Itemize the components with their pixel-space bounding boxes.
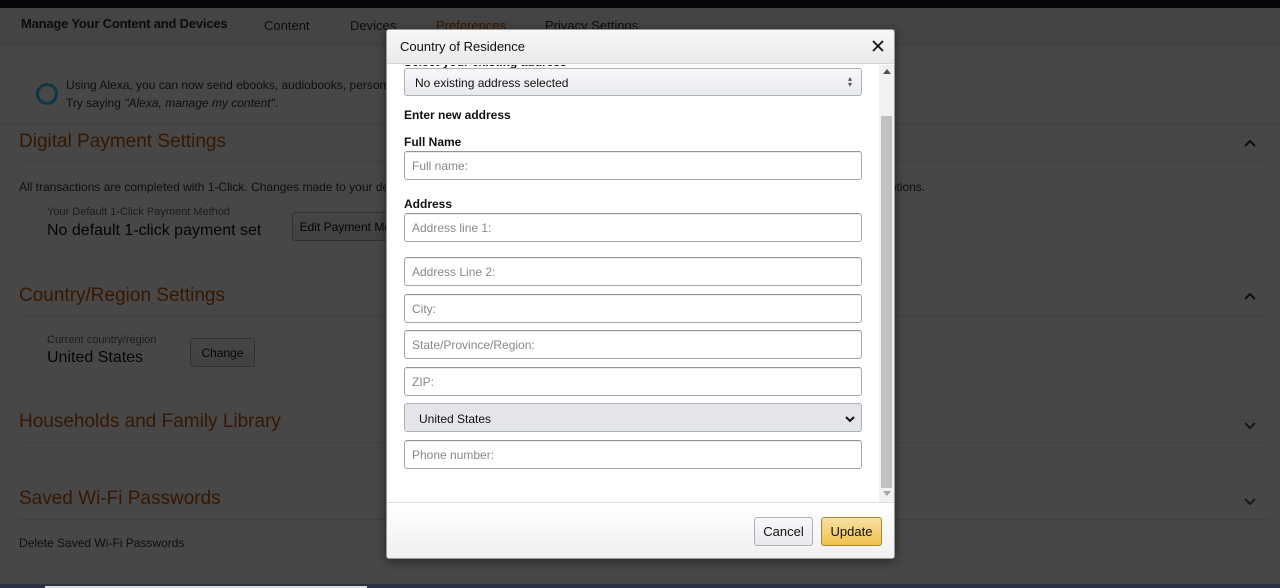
new-address-heading: Enter new address — [404, 108, 511, 122]
dialog-title: Country of Residence — [400, 39, 526, 54]
zip-input[interactable] — [404, 367, 862, 396]
taskbar-strip — [0, 584, 1280, 588]
scroll-up-arrow-icon[interactable] — [883, 69, 891, 74]
up-down-arrows-icon: ▴ ▾ — [847, 74, 852, 89]
country-select[interactable]: United States — [404, 403, 862, 432]
scroll-down-arrow-icon[interactable] — [883, 491, 891, 496]
phone-number-input[interactable] — [404, 440, 862, 469]
address-label: Address — [404, 197, 453, 211]
address-line2-input[interactable] — [404, 257, 862, 286]
country-select-value: United States — [419, 412, 492, 426]
scrollbar-thumb[interactable] — [881, 116, 892, 488]
close-icon[interactable] — [869, 37, 887, 55]
state-input[interactable] — [404, 330, 862, 359]
existing-address-select[interactable]: No existing address selected ▴ ▾ — [404, 68, 862, 96]
dialog-body: Select your existing address No existing… — [387, 65, 894, 502]
city-input[interactable] — [404, 294, 862, 323]
chevron-down-icon — [845, 413, 855, 423]
full-name-input[interactable] — [404, 151, 862, 180]
dialog-header: Country of Residence — [387, 30, 894, 64]
existing-address-value: No existing address selected — [415, 76, 569, 90]
country-of-residence-dialog: Country of Residence Select your existin… — [386, 29, 895, 559]
address-line1-input[interactable] — [404, 213, 862, 242]
full-name-label: Full Name — [404, 135, 462, 149]
update-button[interactable]: Update — [821, 517, 882, 546]
cancel-button[interactable]: Cancel — [754, 517, 813, 546]
dialog-scrollbar[interactable] — [879, 65, 894, 502]
dialog-footer: Cancel Update — [387, 502, 894, 558]
